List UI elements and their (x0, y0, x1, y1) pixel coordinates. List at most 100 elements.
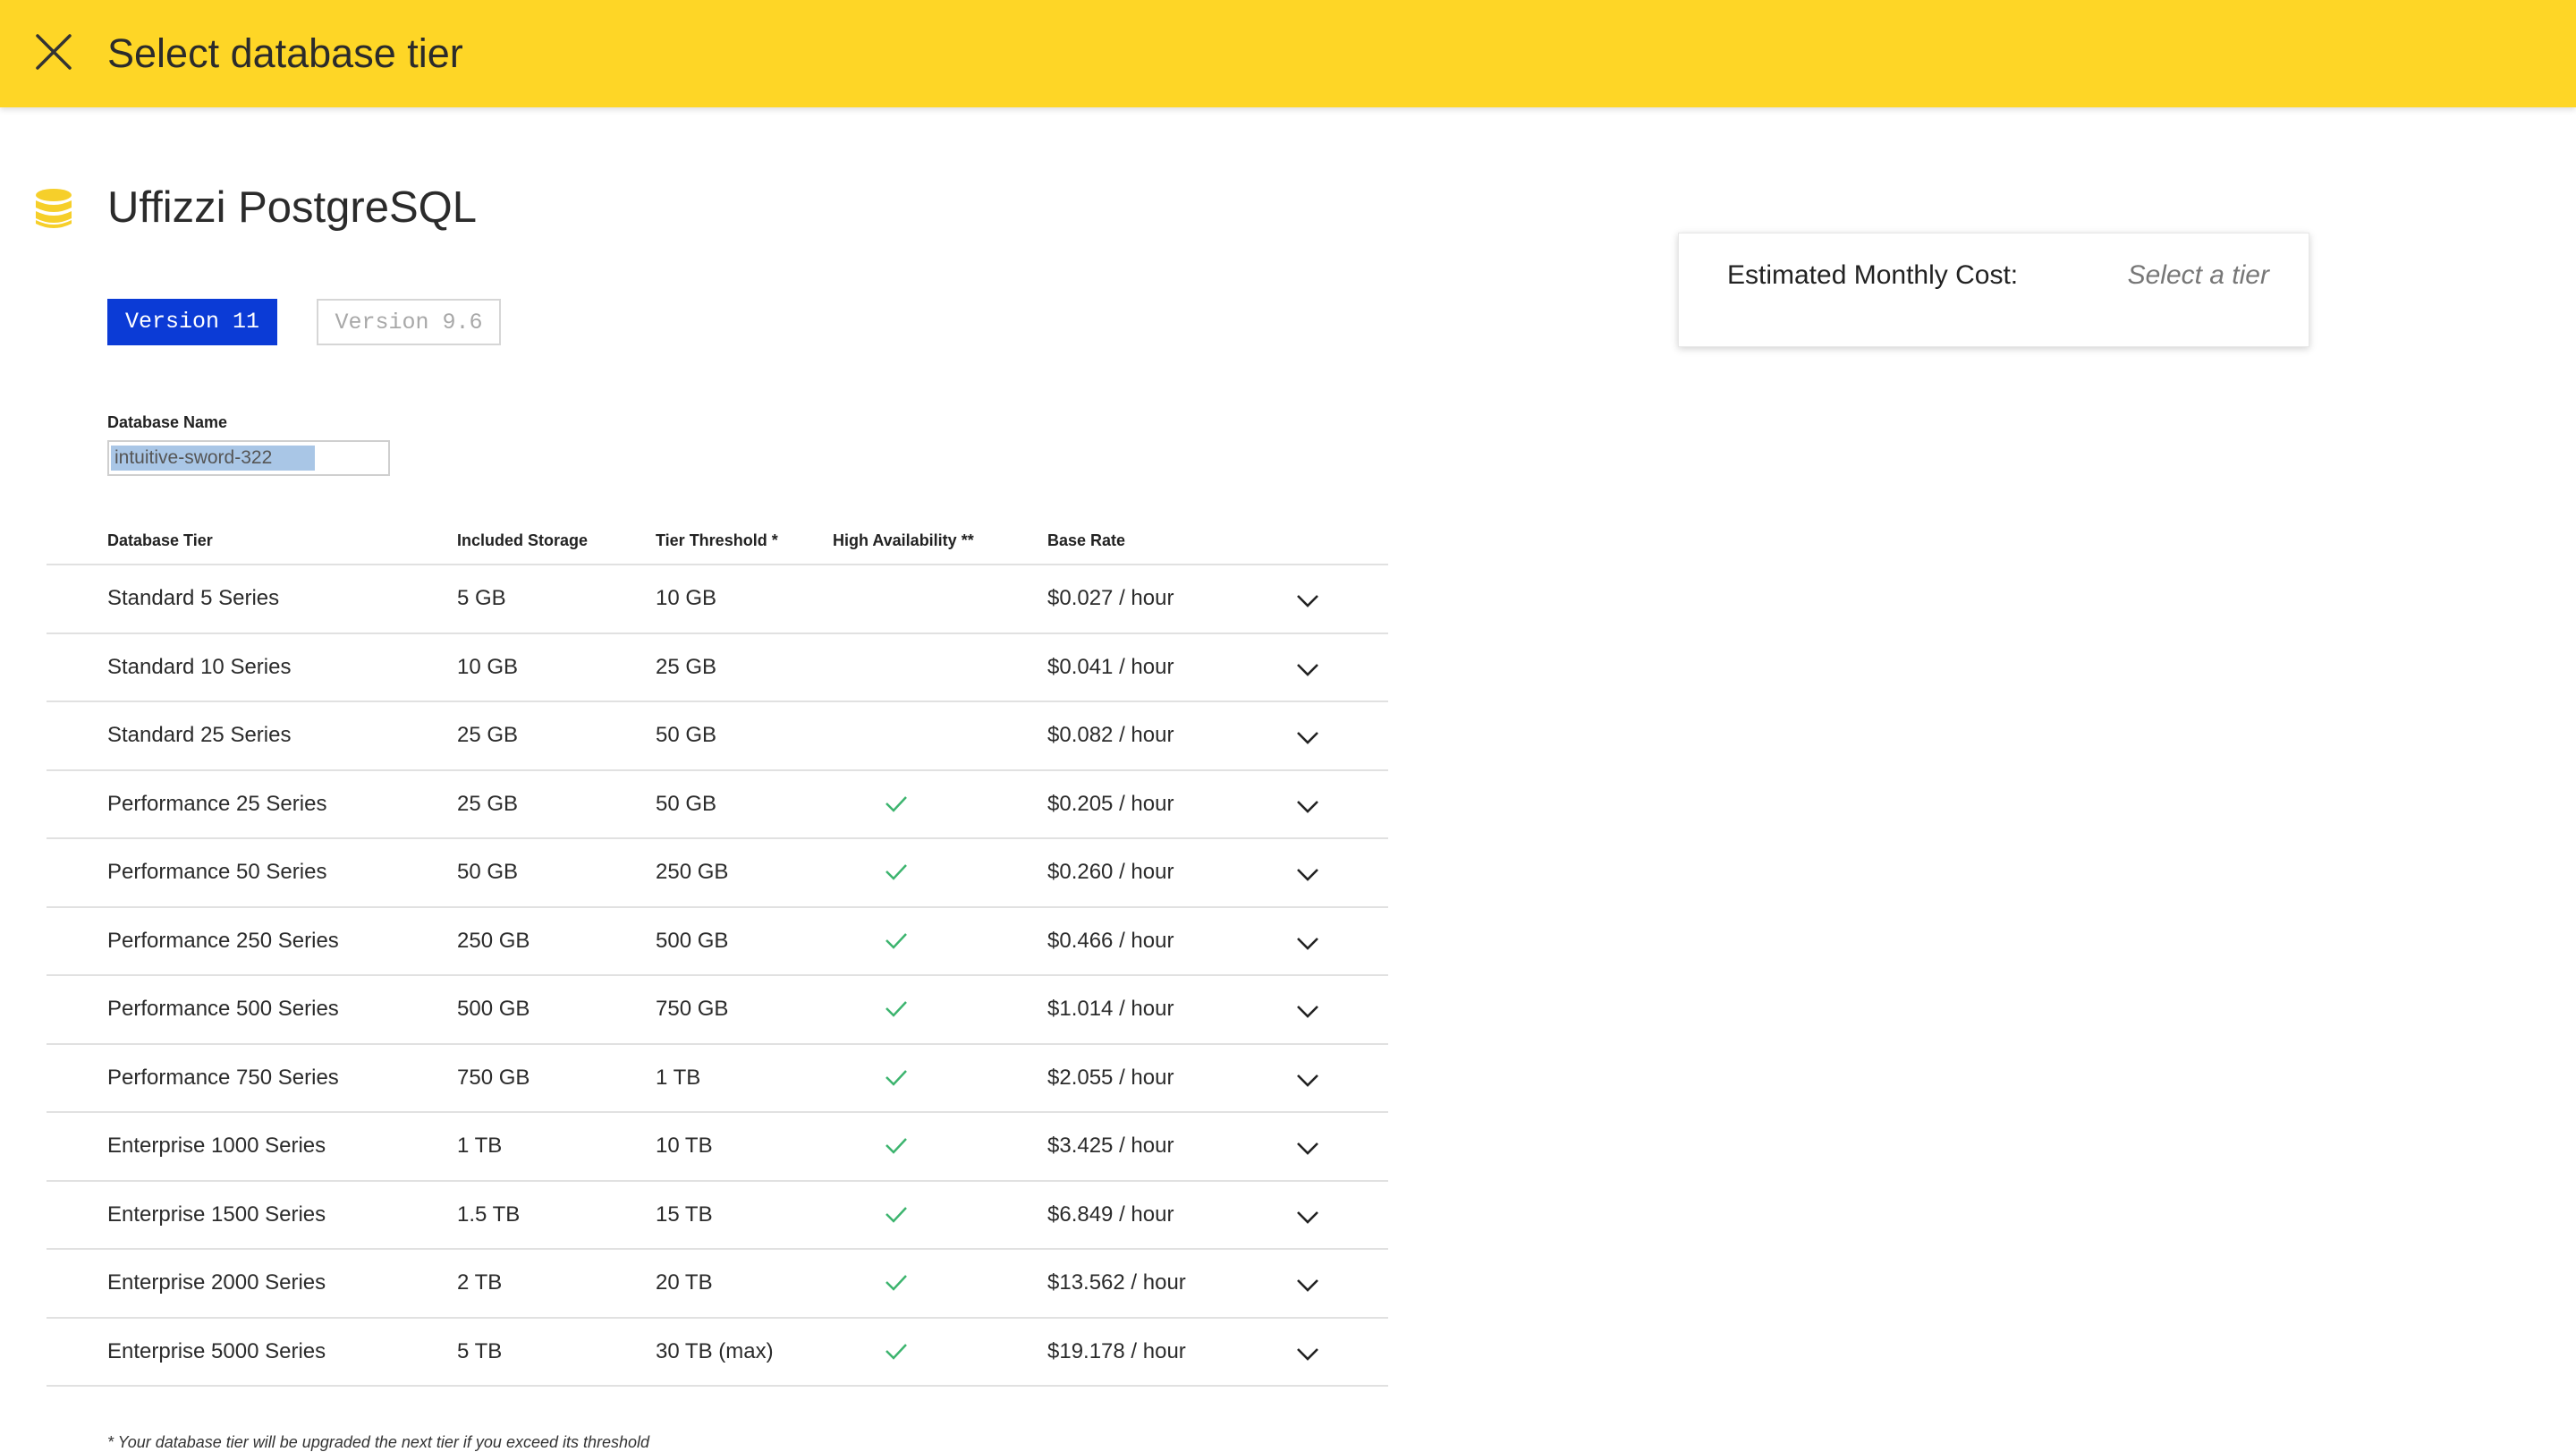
table-row[interactable]: Enterprise 5000 Series 5 TB 30 TB (max) $19… (47, 1319, 1388, 1387)
tier-name: Enterprise 2000 Series (107, 1270, 326, 1295)
tier-threshold: 10 TB (656, 1134, 713, 1158)
column-header-storage: Included Storage (457, 531, 589, 549)
tier-threshold: 30 TB (max) (656, 1338, 774, 1363)
version-9-6-button[interactable]: Version 9.6 (317, 299, 501, 345)
chevron-down-icon[interactable] (1293, 1273, 1322, 1298)
threshold-footnote: * Your database tier will be upgraded th… (107, 1433, 650, 1451)
tier-threshold: 500 GB (656, 928, 729, 953)
column-header-tier: Database Tier (107, 531, 213, 549)
included-storage: 5 GB (457, 586, 506, 610)
tier-name: Standard 5 Series (107, 586, 280, 610)
table-row[interactable]: Standard 5 Series 5 GB 10 GB $0.027 / hour (47, 565, 1388, 634)
table-row[interactable]: Performance 50 Series 50 GB 250 GB $0.260 /… (47, 839, 1388, 908)
table-row[interactable]: Performance 500 Series 500 GB 750 GB $1.014… (47, 976, 1388, 1045)
chevron-down-icon[interactable] (1293, 1342, 1322, 1367)
check-icon (886, 1138, 907, 1154)
tier-threshold: 25 GB (656, 654, 717, 679)
included-storage: 1.5 TB (457, 1202, 521, 1227)
included-storage: 5 TB (457, 1338, 503, 1363)
estimated-cost-card: Estimated Monthly Cost: Select a tier (1678, 233, 2309, 347)
chevron-down-icon[interactable] (1293, 1068, 1322, 1093)
estimated-cost-value: Select a tier (2127, 260, 2269, 290)
check-icon (886, 1343, 907, 1360)
check-icon (886, 1275, 907, 1291)
base-rate: $2.055 / hour (1047, 1065, 1174, 1090)
database-name-label: Database Name (107, 413, 228, 431)
included-storage: 1 TB (457, 1134, 503, 1158)
table-row[interactable]: Performance 750 Series 750 GB 1 TB $2.055 /… (47, 1045, 1388, 1113)
included-storage: 10 GB (457, 654, 519, 679)
database-name-input[interactable]: intuitive-sword-322 (107, 440, 390, 476)
base-rate: $1.014 / hour (1047, 997, 1174, 1021)
column-header-high-availability: High Availability ** (833, 531, 974, 549)
tier-table: Database Tier Included Storage Tier Thre… (47, 524, 1388, 1387)
included-storage: 25 GB (457, 791, 519, 816)
base-rate: $6.849 / hour (1047, 1202, 1174, 1227)
tier-threshold: 15 TB (656, 1202, 713, 1227)
check-icon (886, 1069, 907, 1086)
included-storage: 500 GB (457, 997, 530, 1021)
tier-threshold: 1 TB (656, 1065, 701, 1090)
chevron-down-icon[interactable] (1293, 726, 1322, 751)
included-storage: 50 GB (457, 860, 519, 884)
database-name-value: intuitive-sword-322 (111, 446, 316, 471)
table-row[interactable]: Enterprise 2000 Series 2 TB 20 TB $13.562 /… (47, 1250, 1388, 1319)
base-rate: $0.027 / hour (1047, 586, 1174, 610)
table-row[interactable]: Performance 250 Series 250 GB 500 GB $0.466… (47, 908, 1388, 976)
version-11-button[interactable]: Version 11 (107, 299, 277, 345)
close-icon[interactable] (32, 30, 75, 73)
tier-name: Performance 750 Series (107, 1065, 339, 1090)
chevron-down-icon[interactable] (1293, 862, 1322, 887)
base-rate: $0.466 / hour (1047, 928, 1174, 953)
tier-name: Performance 50 Series (107, 860, 327, 884)
check-icon (886, 932, 907, 949)
tier-name: Standard 25 Series (107, 723, 292, 747)
base-rate: $13.562 / hour (1047, 1270, 1186, 1295)
chevron-down-icon[interactable] (1293, 931, 1322, 956)
tier-threshold: 50 GB (656, 723, 717, 747)
base-rate: $19.178 / hour (1047, 1338, 1186, 1363)
database-icon (36, 189, 72, 228)
check-icon (886, 864, 907, 880)
chevron-down-icon[interactable] (1293, 589, 1322, 614)
check-icon (886, 1001, 907, 1017)
base-rate: $3.425 / hour (1047, 1134, 1174, 1158)
tier-name: Performance 25 Series (107, 791, 327, 816)
tier-name: Enterprise 1000 Series (107, 1134, 326, 1158)
tier-name: Performance 500 Series (107, 997, 339, 1021)
table-row[interactable]: Enterprise 1500 Series 1.5 TB 15 TB $6.849 … (47, 1182, 1388, 1250)
base-rate: $0.041 / hour (1047, 654, 1174, 679)
base-rate: $0.082 / hour (1047, 723, 1174, 747)
table-header: Database Tier Included Storage Tier Thre… (47, 524, 1388, 565)
included-storage: 250 GB (457, 928, 530, 953)
base-rate: $0.260 / hour (1047, 860, 1174, 884)
chevron-down-icon[interactable] (1293, 999, 1322, 1024)
tier-threshold: 50 GB (656, 791, 717, 816)
tier-threshold: 250 GB (656, 860, 729, 884)
tier-threshold: 750 GB (656, 997, 729, 1021)
check-icon (886, 795, 907, 812)
chevron-down-icon[interactable] (1293, 1205, 1322, 1230)
included-storage: 25 GB (457, 723, 519, 747)
tier-name: Enterprise 1500 Series (107, 1202, 326, 1227)
column-header-base-rate: Base Rate (1047, 531, 1126, 549)
chevron-down-icon[interactable] (1293, 1136, 1322, 1161)
table-row[interactable]: Standard 25 Series 25 GB 50 GB $0.082 / hou… (47, 702, 1388, 771)
header-bar: Select database tier (0, 0, 2576, 107)
page-title: Select database tier (107, 30, 463, 76)
table-row[interactable]: Enterprise 1000 Series 1 TB 10 TB $3.425 / … (47, 1113, 1388, 1182)
tier-name: Enterprise 5000 Series (107, 1338, 326, 1363)
table-body: Standard 5 Series 5 GB 10 GB $0.027 / hour S… (47, 565, 1388, 1387)
table-row[interactable]: Performance 25 Series 25 GB 50 GB $0.205 / … (47, 771, 1388, 839)
table-row[interactable]: Standard 10 Series 10 GB 25 GB $0.041 / hou… (47, 634, 1388, 702)
base-rate: $0.205 / hour (1047, 791, 1174, 816)
chevron-down-icon[interactable] (1293, 794, 1322, 819)
tier-name: Performance 250 Series (107, 928, 339, 953)
chevron-down-icon[interactable] (1293, 658, 1322, 683)
included-storage: 2 TB (457, 1270, 503, 1295)
tier-threshold: 10 GB (656, 586, 717, 610)
tier-threshold: 20 TB (656, 1270, 713, 1295)
product-title: Uffizzi PostgreSQL (107, 183, 478, 232)
included-storage: 750 GB (457, 1065, 530, 1090)
estimated-cost-label: Estimated Monthly Cost: (1727, 260, 2019, 290)
